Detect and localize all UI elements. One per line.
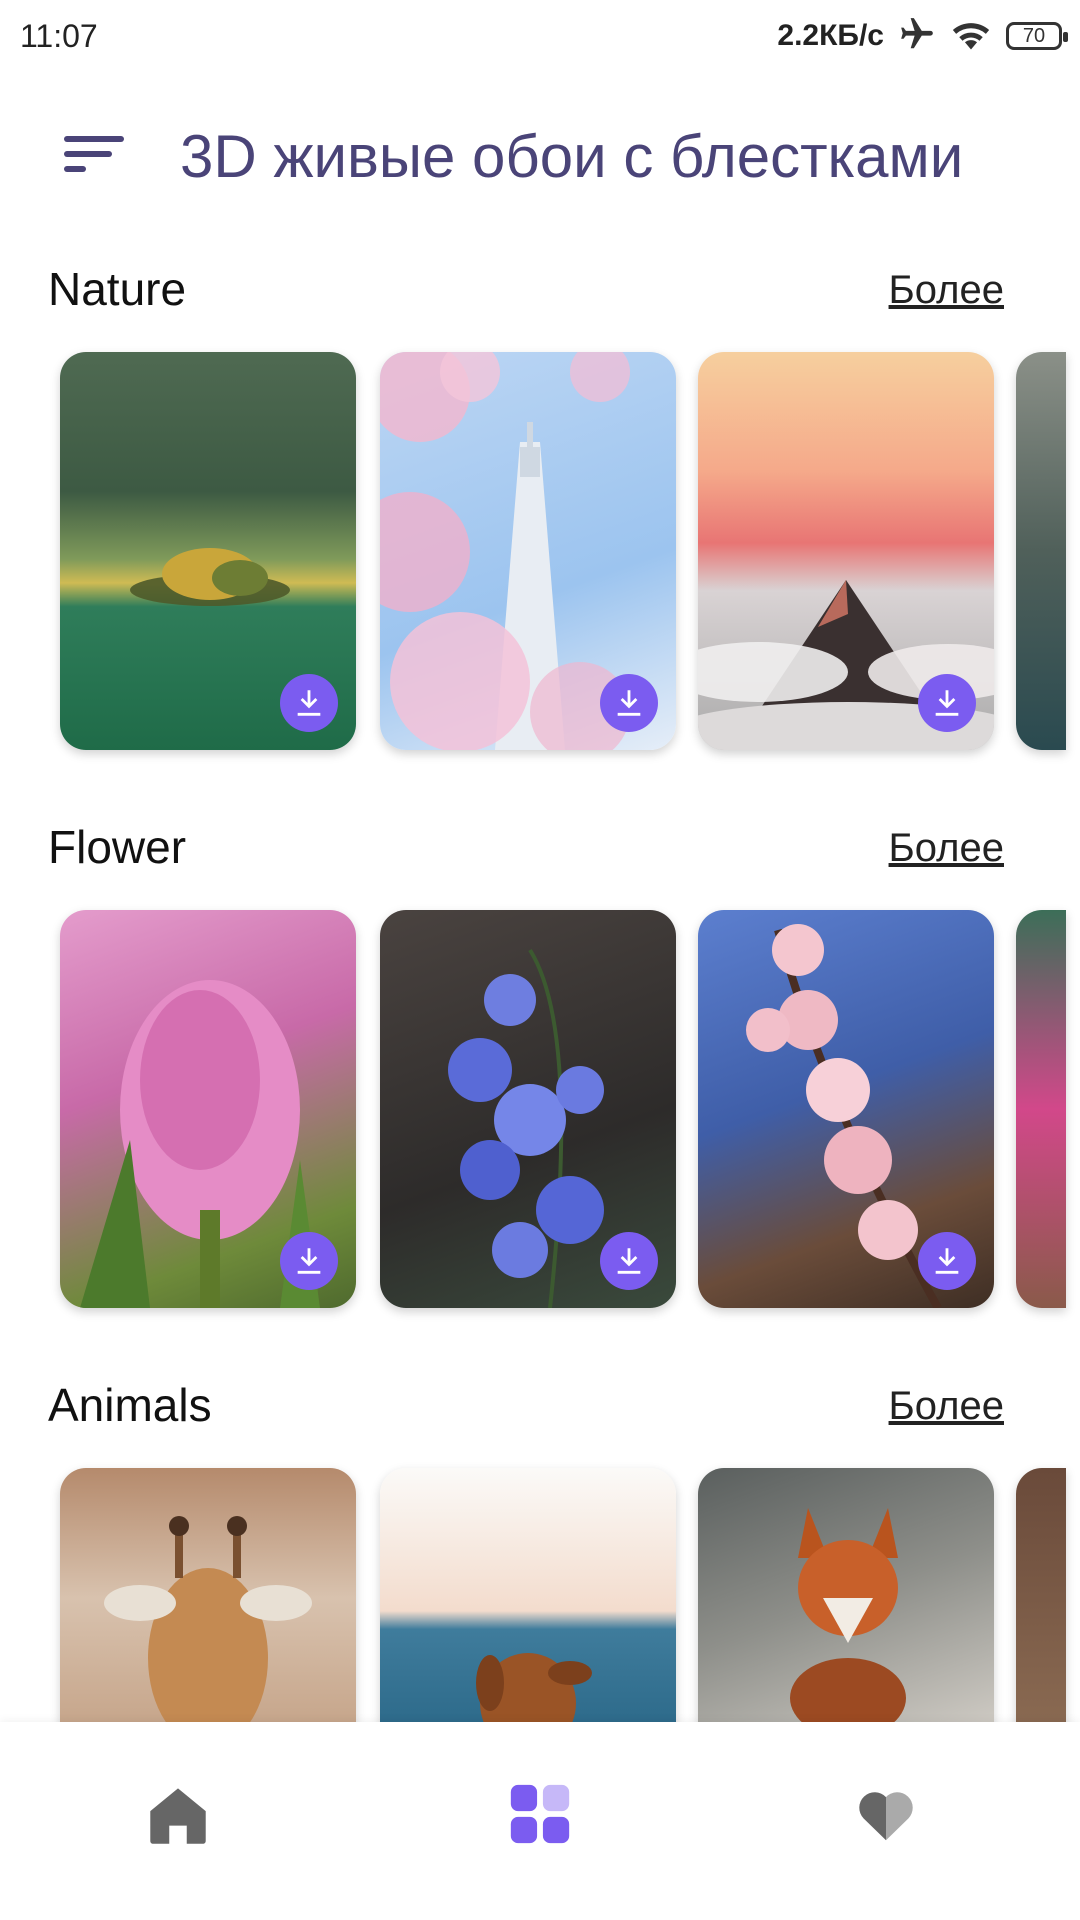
bottom-navigation	[0, 1722, 1080, 1920]
menu-button[interactable]	[60, 128, 140, 188]
grid-icon	[510, 1784, 570, 1844]
wallpaper-thumb[interactable]	[60, 1468, 356, 1728]
download-icon	[935, 1248, 959, 1274]
download-button[interactable]	[918, 1232, 976, 1290]
more-link-animals[interactable]: Более	[889, 1384, 1004, 1429]
download-icon	[617, 1248, 641, 1274]
download-icon	[935, 690, 959, 716]
wallpaper-thumb[interactable]	[60, 352, 356, 750]
wallpaper-image	[476, 1653, 592, 1728]
status-time: 11:07	[20, 18, 98, 54]
app-header: 3D живые обои с блестками	[0, 100, 1080, 210]
wallpaper-thumb[interactable]	[60, 910, 356, 1308]
download-icon	[297, 690, 321, 716]
network-speed: 2.2КБ/с	[777, 19, 884, 52]
app-title: 3D живые обои с блестками	[180, 123, 964, 190]
status-icons: 2.2КБ/с 70	[777, 14, 1068, 58]
download-icon	[617, 690, 641, 716]
more-link-flower[interactable]: Более	[889, 826, 1004, 871]
wallpaper-image	[104, 1516, 312, 1728]
wallpaper-thumb-partial[interactable]	[1016, 1468, 1066, 1728]
heart-icon	[859, 1792, 913, 1841]
wallpaper-thumb[interactable]	[698, 1468, 994, 1728]
download-button[interactable]	[280, 1232, 338, 1290]
section-title: Flower	[48, 821, 187, 873]
download-button[interactable]	[600, 1232, 658, 1290]
airplane-icon	[898, 15, 936, 58]
wallpaper-thumb[interactable]	[698, 352, 994, 750]
wallpaper-thumb[interactable]	[380, 910, 676, 1308]
wallpaper-thumb-partial[interactable]	[1016, 352, 1066, 750]
wallpaper-thumb-partial[interactable]	[1016, 910, 1066, 1308]
nav-home[interactable]	[130, 1766, 226, 1862]
nav-favorites[interactable]	[838, 1766, 934, 1862]
download-icon	[297, 1248, 321, 1274]
wifi-icon	[950, 15, 992, 58]
section-title: Nature	[48, 263, 187, 315]
home-icon	[150, 1788, 206, 1844]
nav-categories[interactable]	[492, 1766, 588, 1862]
wallpaper-thumb[interactable]	[380, 352, 676, 750]
section-title: Animals	[48, 1379, 212, 1431]
wallpaper-thumb[interactable]	[698, 910, 994, 1308]
download-button[interactable]	[918, 674, 976, 732]
battery-icon: 70	[1006, 22, 1068, 50]
wallpaper-image	[790, 1508, 906, 1728]
more-link-nature[interactable]: Более	[889, 268, 1004, 313]
wallpaper-thumb[interactable]	[380, 1468, 676, 1728]
download-button[interactable]	[600, 674, 658, 732]
status-bar: 11:07 2.2КБ/с 70	[0, 0, 1080, 72]
download-button[interactable]	[280, 674, 338, 732]
menu-icon	[64, 136, 124, 172]
